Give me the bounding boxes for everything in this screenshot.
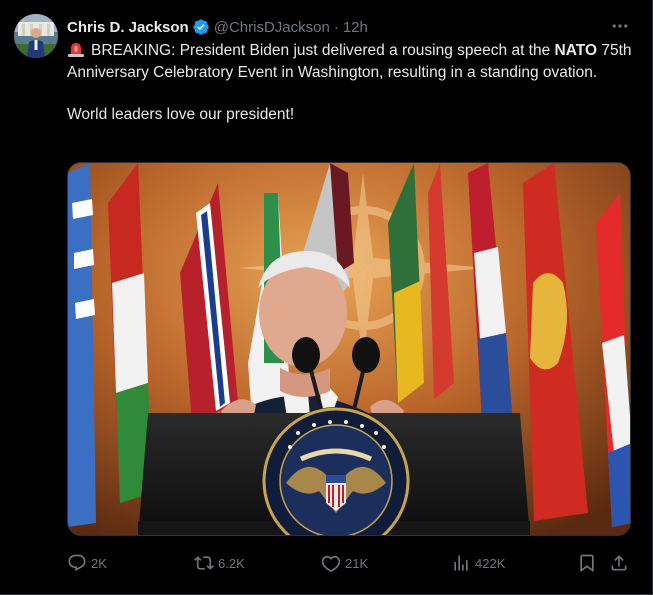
reply-count: 2K <box>91 555 107 571</box>
repost-button[interactable]: 6.2K <box>194 551 245 575</box>
reply-icon <box>68 554 86 572</box>
share-icon <box>611 555 627 571</box>
separator-dot: · <box>333 18 339 36</box>
tweet[interactable]: Chris D. Jackson @ChrisDJackson · 12h BR… <box>0 0 653 595</box>
tweet-header: Chris D. Jackson @ChrisDJackson · 12h <box>67 17 368 37</box>
like-count: 21K <box>345 555 369 571</box>
tweet-text-part: BREAKING: President Biden just delivered… <box>91 42 555 59</box>
view-count: 422K <box>475 555 506 571</box>
repost-count: 6.2K <box>218 555 245 571</box>
share-button[interactable] <box>609 551 629 575</box>
tweet-paragraph-2: World leaders love our president! <box>67 106 295 123</box>
tweet-paragraph-1: BREAKING: President Biden just delivered… <box>67 40 637 84</box>
verified-badge-icon <box>192 18 210 36</box>
analytics-icon <box>454 555 468 571</box>
display-name[interactable]: Chris D. Jackson <box>67 19 189 36</box>
bookmark-button[interactable] <box>577 551 597 575</box>
views-button[interactable]: 422K <box>451 551 505 575</box>
user-handle[interactable]: @ChrisDJackson <box>214 19 330 36</box>
like-button[interactable]: 21K <box>321 551 368 575</box>
timestamp[interactable]: 12h <box>343 19 368 36</box>
bookmark-icon <box>580 554 594 573</box>
tweet-text: BREAKING: President Biden just delivered… <box>67 40 637 126</box>
repost-icon <box>194 556 214 570</box>
heart-icon <box>321 555 341 572</box>
avatar[interactable] <box>14 14 58 58</box>
more-options-button[interactable] <box>608 14 632 38</box>
rotating-light-icon <box>67 41 85 57</box>
action-bar: 2K 6.2K 21K 422K <box>67 551 633 575</box>
reply-button[interactable]: 2K <box>67 551 107 575</box>
more-horizontal-icon <box>612 24 628 28</box>
tweet-photo[interactable] <box>67 162 631 536</box>
tweet-text-bold: NATO <box>554 42 598 59</box>
